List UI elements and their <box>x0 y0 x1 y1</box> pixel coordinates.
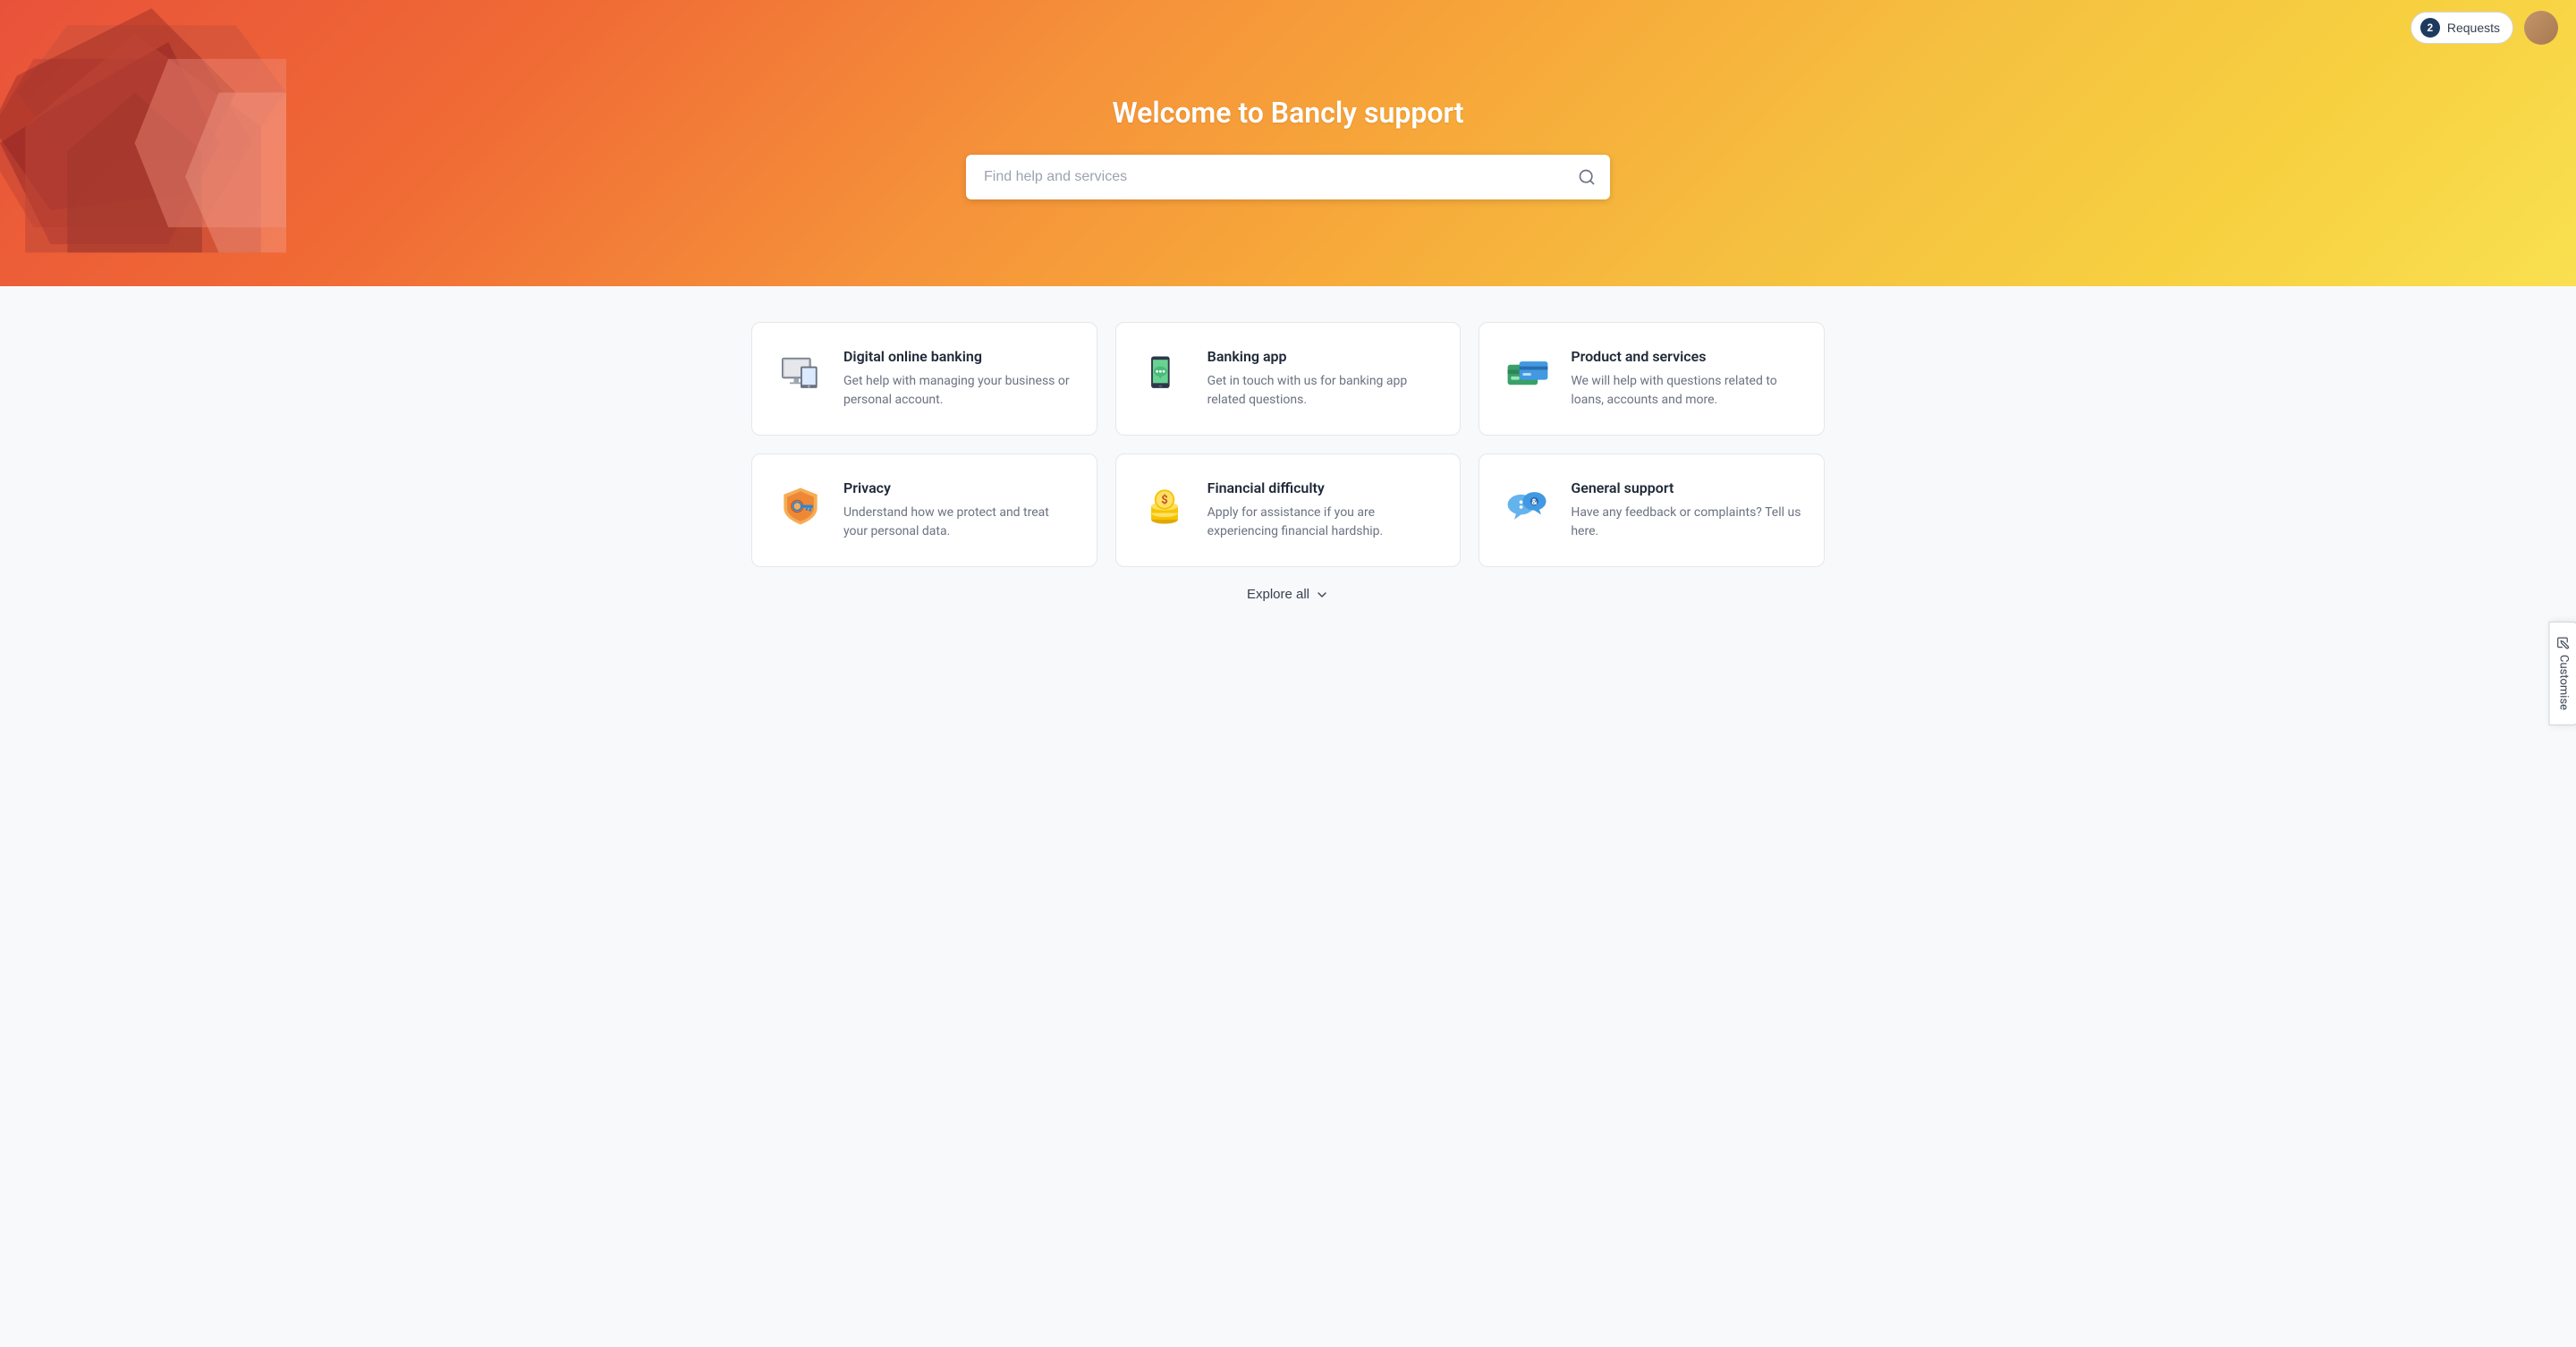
product-services-title: Product and services <box>1571 348 1802 365</box>
hero-content: Welcome to Bancly support <box>948 42 1628 244</box>
digital-banking-icon <box>774 348 827 402</box>
banking-app-title: Banking app <box>1208 348 1439 365</box>
financial-difficulty-title: Financial difficulty <box>1208 479 1439 496</box>
card-digital-banking[interactable]: Digital online banking Get help with man… <box>751 322 1097 436</box>
search-input[interactable] <box>966 155 1610 199</box>
financial-difficulty-icon: $ <box>1138 479 1191 533</box>
search-button[interactable] <box>1578 168 1596 186</box>
product-services-text: Product and services We will help with q… <box>1571 348 1802 410</box>
main-content: Digital online banking Get help with man… <box>0 286 2576 1347</box>
search-container <box>966 155 1610 199</box>
card-banking-app[interactable]: Banking app Get in touch with us for ban… <box>1115 322 1462 436</box>
hero-section: 2 Requests Welcome to Bancly support <box>0 0 2576 286</box>
topbar: 2 Requests <box>0 0 2576 55</box>
customise-label: Customise <box>2556 655 2570 710</box>
product-services-description: We will help with questions related to l… <box>1571 372 1802 410</box>
svg-text:$: $ <box>1161 494 1168 507</box>
general-support-title: General support <box>1571 479 1802 496</box>
privacy-icon <box>774 479 827 533</box>
banking-app-icon <box>1138 348 1191 402</box>
digital-banking-text: Digital online banking Get help with man… <box>843 348 1075 410</box>
general-support-description: Have any feedback or complaints? Tell us… <box>1571 504 1802 541</box>
pencil-icon <box>2557 637 2570 649</box>
card-general-support[interactable]: & General support Have any feedback or c… <box>1479 453 1825 567</box>
privacy-description: Understand how we protect and treat your… <box>843 504 1075 541</box>
requests-badge: 2 <box>2420 18 2440 38</box>
privacy-title: Privacy <box>843 479 1075 496</box>
privacy-text: Privacy Understand how we protect and tr… <box>843 479 1075 541</box>
cards-grid: Digital online banking Get help with man… <box>751 322 1825 567</box>
card-financial-difficulty[interactable]: $ Financial difficulty Apply for assista… <box>1115 453 1462 567</box>
general-support-icon: & <box>1501 479 1555 533</box>
product-services-icon <box>1501 348 1555 402</box>
hero-title: Welcome to Bancly support <box>966 96 1610 130</box>
financial-difficulty-text: Financial difficulty Apply for assistanc… <box>1208 479 1439 541</box>
avatar-image <box>2524 11 2558 45</box>
requests-label: Requests <box>2447 21 2500 35</box>
svg-text:&: & <box>1532 497 1538 507</box>
card-product-services[interactable]: Product and services We will help with q… <box>1479 322 1825 436</box>
digital-banking-title: Digital online banking <box>843 348 1075 365</box>
banking-app-description: Get in touch with us for banking app rel… <box>1208 372 1439 410</box>
banking-app-text: Banking app Get in touch with us for ban… <box>1208 348 1439 410</box>
explore-all-section: Explore all <box>89 585 2487 620</box>
digital-banking-description: Get help with managing your business or … <box>843 372 1075 410</box>
requests-button[interactable]: 2 Requests <box>2411 12 2513 44</box>
general-support-text: General support Have any feedback or com… <box>1571 479 1802 541</box>
card-privacy[interactable]: Privacy Understand how we protect and tr… <box>751 453 1097 567</box>
search-icon <box>1578 168 1596 186</box>
chevron-down-icon <box>1315 588 1329 602</box>
explore-all-label: Explore all <box>1247 587 1309 602</box>
financial-difficulty-description: Apply for assistance if you are experien… <box>1208 504 1439 541</box>
customise-tab[interactable]: Customise <box>2548 622 2576 725</box>
explore-all-button[interactable]: Explore all <box>1247 587 1329 602</box>
avatar[interactable] <box>2524 11 2558 45</box>
